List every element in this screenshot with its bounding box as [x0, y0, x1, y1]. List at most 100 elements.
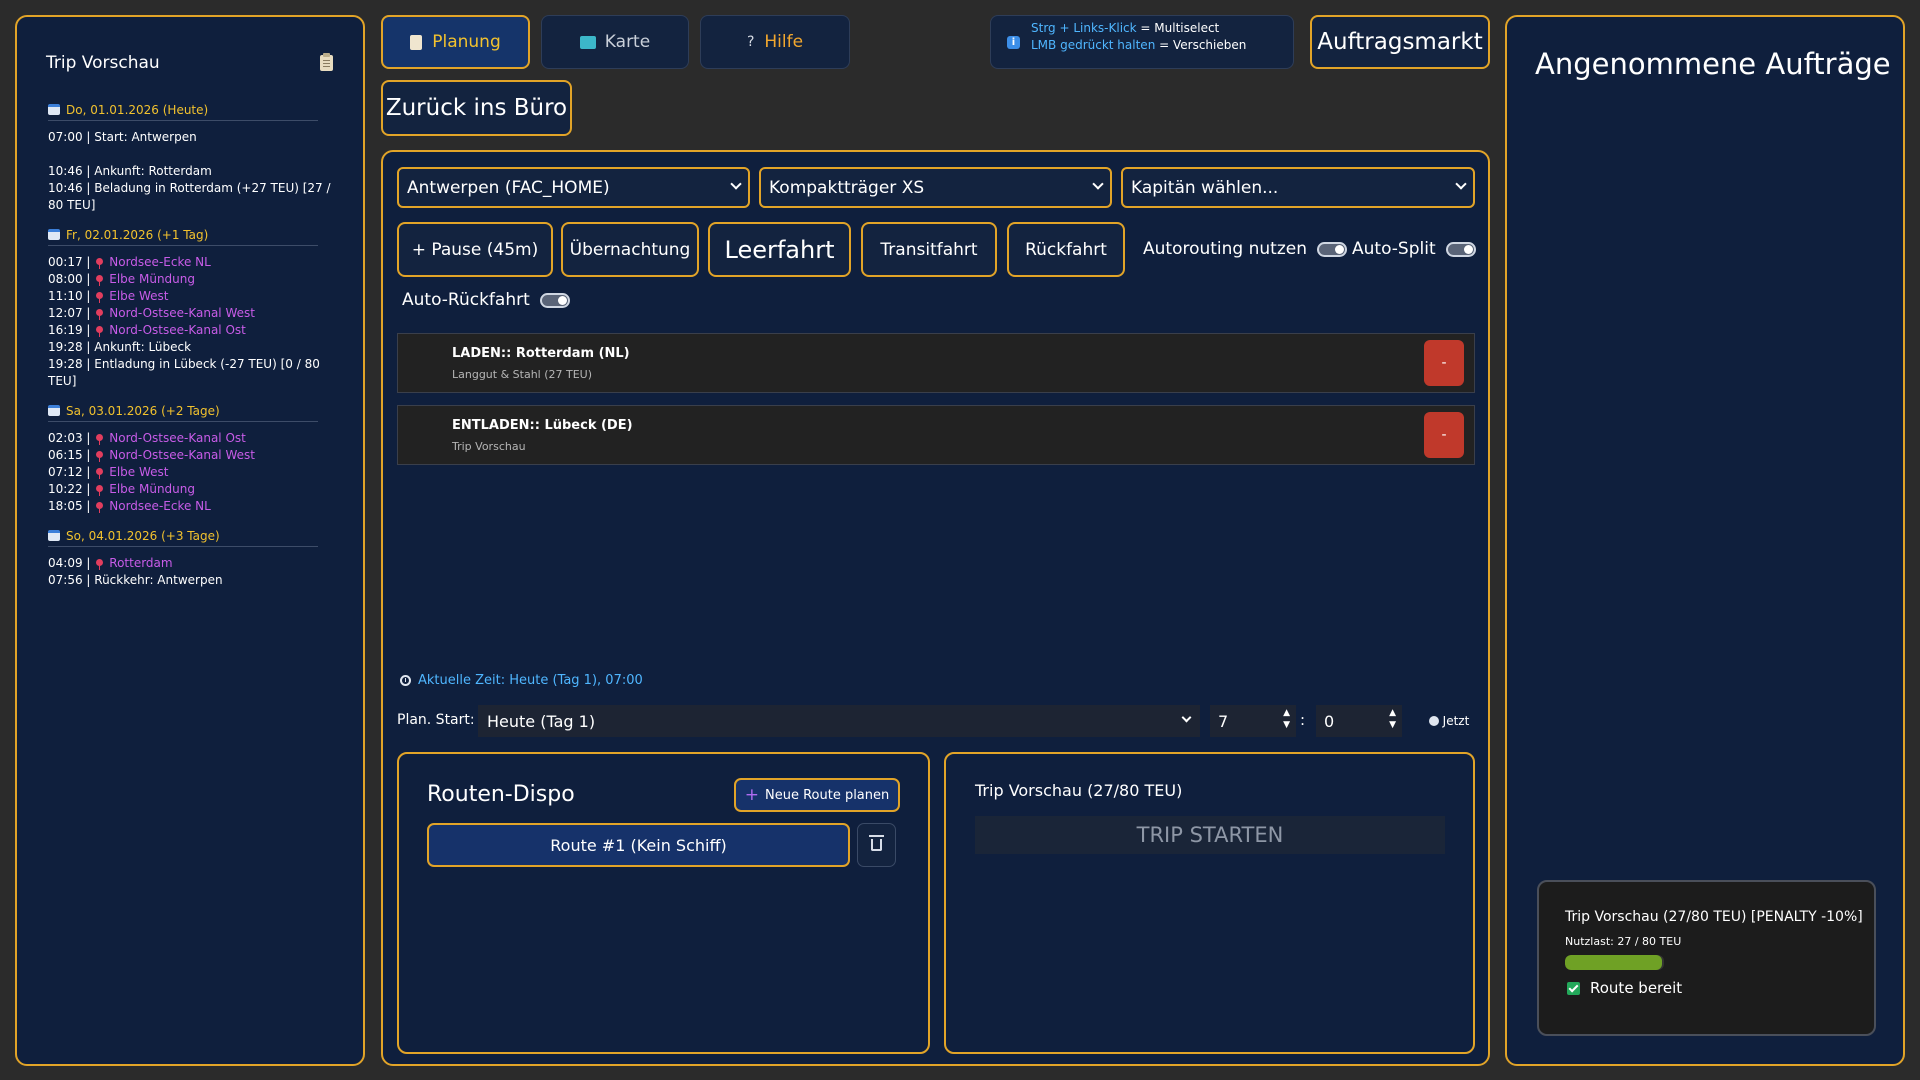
new-route-button[interactable]: + Neue Route planen [734, 778, 900, 812]
plan-start-day-value: Heute (Tag 1) [487, 711, 596, 731]
port-select[interactable]: Antwerpen (FAC_HOME) [397, 167, 750, 208]
trip-summary-title: Trip Vorschau (27/80 TEU) [975, 781, 1183, 800]
day-block: Do, 01.01.2026 (Heute) 07:00 | Start: Ant… [48, 99, 348, 214]
payload-progress-bar [1565, 955, 1664, 970]
return-trip-button[interactable]: Rückfahrt [1007, 222, 1125, 277]
stop-title: ENTLADEN:: Lübeck (DE) [452, 418, 633, 433]
entry-time: 12:07 [48, 306, 83, 320]
map-icon [579, 35, 596, 49]
pin-icon [96, 275, 104, 286]
remove-stop-button[interactable]: - [1424, 412, 1464, 458]
entry-text: Entladung in Lübeck (-27 TEU) [0 / 80 TE… [48, 357, 320, 388]
entry-text: Elbe Mündung [109, 482, 196, 496]
empty-run-button[interactable]: Leerfahrt [708, 222, 851, 277]
autosplit-toggle[interactable] [1445, 241, 1476, 257]
route-ready-label: Route bereit [1590, 979, 1683, 997]
day-date: Do, 01.01.2026 (Heute) [66, 102, 209, 117]
day-header: Do, 01.01.2026 (Heute) [48, 99, 318, 121]
autoreturn-option: Auto-Rückfahrt [402, 290, 570, 310]
entry-text: Start: Antwerpen [94, 130, 197, 144]
transit-button[interactable]: Transitfahrt [861, 222, 997, 277]
list-item[interactable]: ENTLADEN:: Lübeck (DE) Trip Vorschau - [397, 405, 1475, 465]
pin-icon [96, 559, 104, 570]
plan-start-day-select[interactable]: Heute (Tag 1) [478, 705, 1200, 737]
plan-start-row: Plan. Start: Heute (Tag 1) 7 ▲ ▼ : 0 ▲ ▼ J… [397, 705, 1475, 737]
start-trip-button[interactable]: TRIP STARTEN [975, 816, 1445, 854]
autosplit-label: Auto-Split [1352, 239, 1436, 259]
route-dispo-title: Routen-Dispo [427, 782, 575, 807]
back-to-office-button[interactable]: Zurück ins Büro [381, 80, 572, 136]
stepper-arrows-icon[interactable]: ▲ ▼ [1283, 707, 1290, 731]
stop-subtitle: Trip Vorschau [452, 440, 526, 453]
trip-timeline: Do, 01.01.2026 (Heute) 07:00 | Start: Ant… [48, 99, 348, 599]
start-minute-stepper[interactable]: 0 ▲ ▼ [1316, 705, 1402, 737]
clipboard-icon[interactable] [320, 53, 333, 71]
payload-text: Nutzlast: 27 / 80 TEU [1565, 935, 1682, 948]
stepper-arrows-icon[interactable]: ▲ ▼ [1389, 707, 1396, 731]
clock-icon [400, 675, 411, 686]
timeline-entry: 16:19 | Nord-Ostsee-Kanal Ost [48, 323, 246, 337]
day-date: So, 04.01.2026 (+3 Tage) [66, 528, 220, 543]
ship-select[interactable]: Kompaktträger XS [759, 167, 1112, 208]
timeline-entry: 10:46 | Beladung in Rotterdam (+27 TEU) … [48, 181, 331, 212]
timeline-entry: 07:56 | Rückkehr: Antwerpen [48, 573, 223, 587]
start-hour-value: 7 [1218, 711, 1229, 731]
tab-planung[interactable]: Planung [381, 15, 530, 69]
chevron-down-icon [1181, 712, 1192, 723]
entry-time: 16:19 [48, 323, 83, 337]
day-date: Sa, 03.01.2026 (+2 Tage) [66, 403, 220, 418]
timeline-entry: 08:00 | Elbe Mündung [48, 272, 196, 286]
autorouting-toggle[interactable] [1317, 241, 1347, 257]
autoreturn-toggle[interactable] [539, 292, 570, 308]
autorouting-label: Autorouting nutzen [1143, 239, 1307, 259]
list-item[interactable]: LADEN:: Rotterdam (NL) Langgut & Stahl (… [397, 333, 1475, 393]
time-separator: : [1300, 711, 1306, 729]
timeline-entry: 10:22 | Elbe Mündung [48, 482, 196, 496]
entry-time: 10:22 [48, 482, 83, 496]
controls-hint: i Strg + Links-Klick = Multiselect LMB g… [990, 15, 1294, 69]
chevron-down-icon [730, 178, 742, 190]
plus-icon: + [744, 785, 759, 805]
route-item[interactable]: Route #1 (Kein Schiff) [427, 823, 850, 867]
hint-key-move: LMB gedrückt halten [1031, 38, 1156, 52]
port-select-value: Antwerpen (FAC_HOME) [407, 177, 610, 198]
overnight-button[interactable]: Übernachtung [561, 222, 699, 277]
entry-text: Elbe Mündung [109, 272, 196, 286]
now-button[interactable]: Jetzt [1424, 705, 1474, 737]
entry-time: 00:17 [48, 255, 83, 269]
day-header: Sa, 03.01.2026 (+2 Tage) [48, 400, 318, 422]
trip-preview-title: Trip Vorschau [46, 53, 160, 73]
plan-start-label: Plan. Start: [397, 712, 475, 728]
timeline-entry: 06:15 | Nord-Ostsee-Kanal West [48, 448, 255, 462]
chevron-down-icon [1092, 178, 1104, 190]
entry-time: 18:05 [48, 499, 83, 513]
pin-icon [96, 485, 104, 496]
entry-time: 19:28 [48, 340, 83, 354]
entry-text: Nord-Ostsee-Kanal Ost [109, 323, 246, 337]
start-minute-value: 0 [1324, 711, 1335, 731]
entry-time: 02:03 [48, 431, 83, 445]
pin-icon [96, 309, 104, 320]
timeline-entry: 07:00 | Start: Antwerpen [48, 130, 197, 144]
calendar-icon [48, 530, 60, 541]
entry-text: Nord-Ostsee-Kanal Ost [109, 431, 246, 445]
tab-hilfe[interactable]: ? Hilfe [700, 15, 850, 69]
entry-text: Rückkehr: Antwerpen [94, 573, 223, 587]
start-hour-stepper[interactable]: 7 ▲ ▼ [1210, 705, 1296, 737]
autoreturn-label: Auto-Rückfahrt [402, 290, 530, 310]
tab-karte[interactable]: Karte [541, 15, 689, 69]
trip-preview-panel: Trip Vorschau Do, 01.01.2026 (Heute) 07:0… [15, 15, 365, 1066]
entry-text: Ankunft: Rotterdam [94, 164, 212, 178]
trip-preview-header: Trip Vorschau [46, 53, 333, 73]
entry-time: 08:00 [48, 272, 83, 286]
add-pause-button[interactable]: + Pause (45m) [397, 222, 553, 277]
delete-route-button[interactable] [857, 823, 896, 867]
remove-stop-button[interactable]: - [1424, 340, 1464, 386]
captain-select[interactable]: Kapitän wählen... [1121, 167, 1475, 208]
current-time-text: Aktuelle Zeit: Heute (Tag 1), 07:00 [418, 673, 643, 688]
job-market-button[interactable]: Auftragsmarkt [1310, 15, 1490, 69]
timeline-entry: 19:28 | Entladung in Lübeck (-27 TEU) [0… [48, 357, 320, 388]
entry-text: Ankunft: Lübeck [94, 340, 192, 354]
info-icon: i [1007, 36, 1020, 49]
hint-text-move: = Verschieben [1155, 38, 1247, 52]
